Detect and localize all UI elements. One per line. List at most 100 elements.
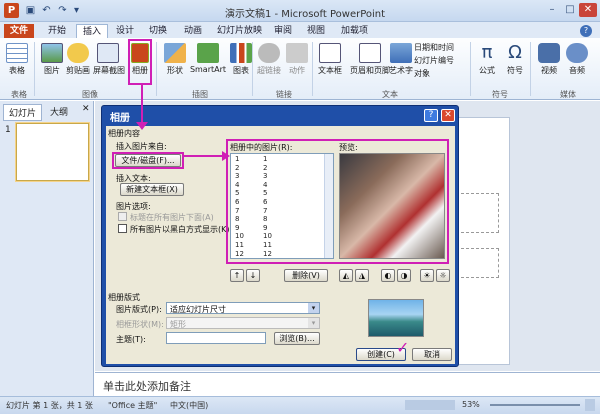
smartart-button[interactable]: SmartArt: [188, 41, 228, 85]
picture-list-item[interactable]: 3: [263, 172, 272, 181]
picture-list-item[interactable]: 1: [263, 155, 272, 164]
fit-window-icon[interactable]: [585, 399, 595, 411]
slide-number: 1: [5, 125, 11, 135]
album-dialog: 相册 ? ✕ 相册内容 插入图片来自: 文件/磁盘(F)... 插入文本: 新建…: [101, 105, 459, 367]
zoom-level[interactable]: 53%: [462, 400, 480, 409]
notes-pane[interactable]: 单击此处添加备注: [95, 372, 600, 396]
powerpoint-app-icon[interactable]: P: [4, 3, 19, 18]
action-button[interactable]: 动作: [282, 41, 312, 85]
undo-icon[interactable]: ↶: [40, 4, 53, 17]
picture-list-item[interactable]: 10: [235, 232, 244, 241]
picture-list-item[interactable]: 4: [235, 181, 244, 190]
redo-icon[interactable]: ↷: [56, 4, 69, 17]
picture-layout-select[interactable]: 适应幻灯片尺寸 ▾: [166, 302, 320, 314]
tab-home[interactable]: 开始: [42, 24, 72, 38]
maximize-button[interactable]: □: [561, 3, 579, 17]
picture-list-item[interactable]: 12: [263, 250, 272, 258]
picture-list-item[interactable]: 5: [235, 189, 244, 198]
dialog-help-button[interactable]: ?: [424, 109, 438, 122]
theme-input[interactable]: [166, 332, 266, 344]
tab-design[interactable]: 设计: [110, 24, 140, 38]
picture-list-item[interactable]: 12: [235, 250, 244, 258]
close-pane-icon[interactable]: ✕: [82, 104, 90, 114]
header-footer-button[interactable]: 页眉和页脚: [350, 41, 390, 85]
move-up-button[interactable]: ↑: [230, 269, 244, 282]
hyperlink-button[interactable]: 超链接: [254, 41, 284, 85]
new-textbox-button[interactable]: 新建文本框(X): [120, 183, 184, 196]
cancel-button[interactable]: 取消: [412, 348, 452, 361]
picture-list-item[interactable]: 7: [235, 207, 244, 216]
picture-list-item[interactable]: 5: [263, 189, 272, 198]
tab-review[interactable]: 审阅: [268, 24, 298, 38]
dialog-close-button[interactable]: ✕: [441, 109, 455, 122]
contrast-down-button[interactable]: ◑: [397, 269, 411, 282]
brightness-up-button[interactable]: ☀: [420, 269, 434, 282]
help-icon[interactable]: ?: [580, 25, 592, 37]
rotate-right-button[interactable]: ◮: [355, 269, 369, 282]
tab-insert[interactable]: 插入: [76, 24, 109, 38]
pictures-listbox[interactable]: 1 2 3 4 5 6 7 8 9 10 11 12 1 2 3 4 5 6 7 8 9 10 11 12: [230, 153, 334, 259]
picture-list-item[interactable]: 2: [263, 164, 272, 173]
tab-addins[interactable]: 加载项: [335, 24, 374, 38]
picture-list-item[interactable]: 7: [263, 207, 272, 216]
tab-slideshow[interactable]: 幻灯片放映: [211, 24, 268, 38]
picture-list-item[interactable]: 4: [263, 181, 272, 190]
tab-animations[interactable]: 动画: [178, 24, 208, 38]
customize-qa-icon[interactable]: ▾: [70, 4, 83, 17]
slide-thumbnail[interactable]: [16, 123, 89, 181]
screenshot-button[interactable]: 屏幕截图: [93, 41, 125, 85]
table-button[interactable]: 表格: [2, 41, 32, 85]
close-button[interactable]: ✕: [579, 3, 597, 17]
remove-button[interactable]: 删除(V): [284, 269, 328, 282]
theme-name[interactable]: "Office 主题": [108, 400, 157, 411]
zoom-slider[interactable]: [490, 404, 580, 406]
minimize-button[interactable]: –: [543, 3, 561, 17]
blackwhite-checkbox[interactable]: [118, 224, 127, 233]
shapes-button[interactable]: 形状: [160, 41, 190, 85]
move-down-button[interactable]: ↓: [246, 269, 260, 282]
tab-file[interactable]: 文件: [4, 24, 35, 38]
captions-checkbox[interactable]: [118, 212, 127, 221]
album-button[interactable]: 相册: [128, 39, 152, 85]
dialog-body: 相册内容 插入图片来自: 文件/磁盘(F)... 插入文本: 新建文本框(X) …: [106, 126, 455, 364]
picture-list-item[interactable]: 11: [235, 241, 244, 250]
language[interactable]: 中文(中国): [170, 400, 208, 411]
picture-list-item[interactable]: 1: [235, 155, 244, 164]
picture-list-item[interactable]: 9: [235, 224, 244, 233]
chart-icon: [230, 43, 252, 63]
clipart-button[interactable]: 剪贴画: [63, 41, 93, 85]
picture-list-item[interactable]: 10: [263, 232, 272, 241]
picture-list-item[interactable]: 9: [263, 224, 272, 233]
picture-list-item[interactable]: 6: [235, 198, 244, 207]
listbox-scrollbar[interactable]: [324, 154, 333, 258]
audio-button[interactable]: 音频: [562, 41, 592, 85]
picture-list-item[interactable]: 8: [235, 215, 244, 224]
frame-shape-select[interactable]: 矩形 ▾: [166, 317, 320, 329]
slide-number-button[interactable]: 幻灯片编号: [414, 55, 454, 66]
datetime-button[interactable]: 日期和时间: [414, 42, 454, 53]
shapes-icon: [164, 43, 186, 63]
picture-list-item[interactable]: 6: [263, 198, 272, 207]
view-buttons[interactable]: [405, 400, 455, 410]
picture-list-item[interactable]: 8: [263, 215, 272, 224]
wordart-button[interactable]: 艺术字: [386, 41, 416, 85]
equation-button[interactable]: π 公式: [472, 41, 502, 85]
object-button[interactable]: 对象: [414, 68, 430, 79]
picture-list-item[interactable]: 11: [263, 241, 272, 250]
picture-list-item[interactable]: 2: [235, 164, 244, 173]
contrast-up-button[interactable]: ◐: [381, 269, 395, 282]
video-button[interactable]: 视频: [534, 41, 564, 85]
symbol-button[interactable]: Ω 符号: [500, 41, 530, 85]
browse-button[interactable]: 浏览(B)...: [274, 332, 320, 345]
brightness-down-button[interactable]: ☼: [436, 269, 450, 282]
file-disk-button[interactable]: 文件/磁盘(F)...: [115, 154, 181, 167]
save-icon[interactable]: ▣: [24, 4, 37, 17]
tab-view[interactable]: 视图: [301, 24, 331, 38]
textbox-button[interactable]: 文本框: [314, 41, 346, 85]
clipart-icon: [67, 43, 89, 63]
rotate-left-button[interactable]: ◭: [339, 269, 353, 282]
tab-outline[interactable]: 大纲: [50, 105, 68, 118]
tab-slides[interactable]: 幻灯片: [3, 104, 43, 121]
picture-list-item[interactable]: 3: [235, 172, 244, 181]
tab-transitions[interactable]: 切换: [143, 24, 173, 38]
